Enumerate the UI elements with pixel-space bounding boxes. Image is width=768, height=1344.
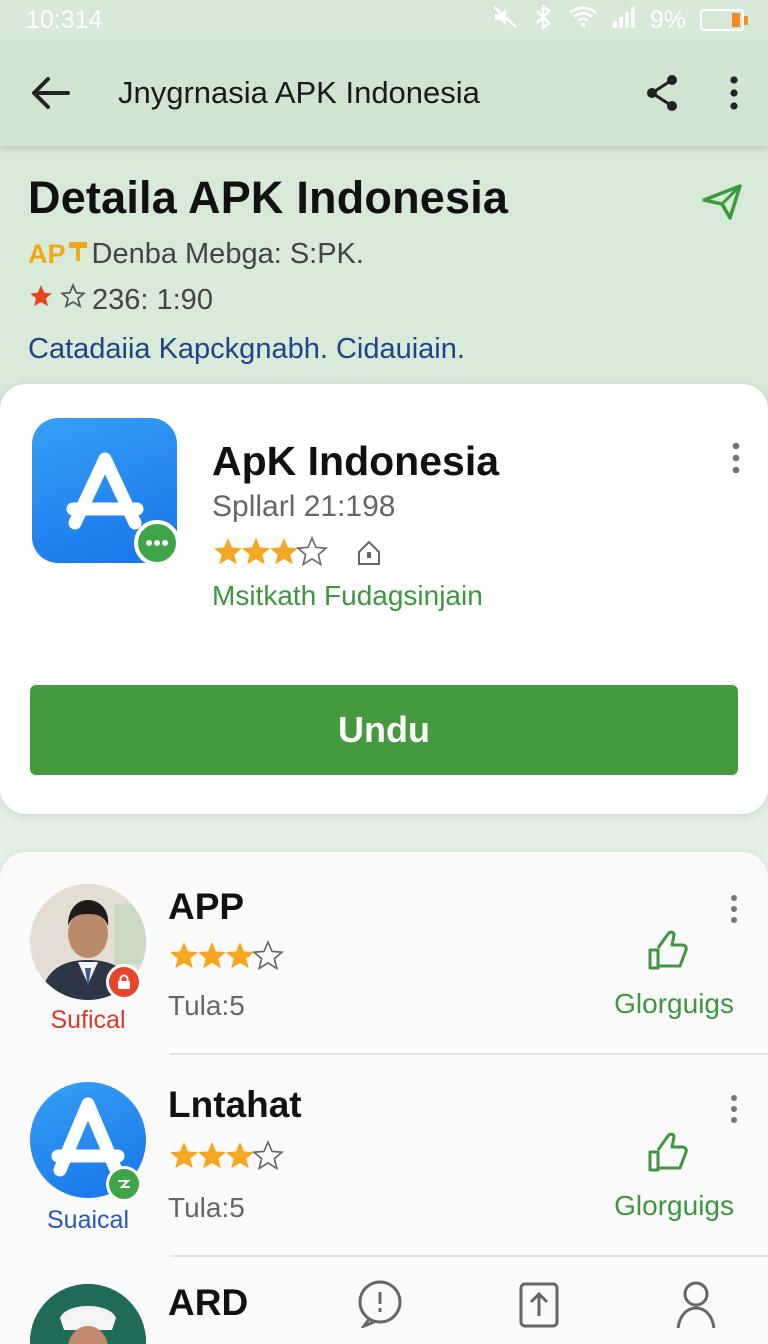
share-icon[interactable] (638, 69, 686, 117)
list-item-more-icon[interactable] (730, 894, 738, 929)
wifi-icon (568, 5, 598, 36)
battery-icon (700, 9, 748, 31)
list-item[interactable]: Sufical APP Tula:5 Glorguigs (0, 852, 768, 1054)
header-rating-row: 236: 1:90 (28, 282, 748, 317)
profile-icon[interactable] (674, 1280, 718, 1333)
list-item-count: Tula:5 (168, 1192, 245, 1223)
list-item-more-icon[interactable] (730, 1094, 738, 1129)
app-name: ApK Indonesia (212, 438, 500, 484)
status-time: 10:314 (26, 5, 103, 34)
app-bar: Jnygrnasia APK Indonesia (0, 40, 768, 146)
related-apps-list: Sufical APP Tula:5 Glorguigs Suaical Lnt… (0, 852, 768, 1344)
bottom-nav (0, 1280, 768, 1344)
list-item-stars (168, 1140, 308, 1172)
avatar-label: Sufical (50, 1006, 126, 1034)
app-version: Spllarl 21:198 (212, 490, 396, 523)
download-hand-icon[interactable] (646, 926, 692, 977)
list-item-count: Tula:5 (168, 990, 245, 1021)
app-rating-stars (212, 536, 388, 568)
list-item-name: APP (168, 886, 245, 927)
list-item-stars (168, 940, 308, 972)
detail-header: Detaila APK Indonesia AP Denba Mebga: S:… (28, 172, 748, 366)
app-bar-title: Jnygrnasia APK Indonesia (118, 75, 480, 110)
header-subtitle-row: AP Denba Mebga: S:PK. (28, 238, 748, 271)
avatar-label: Suaical (47, 1206, 129, 1234)
star-filled-icon (28, 283, 54, 317)
star-outline-icon (60, 282, 86, 317)
edit-badge-icon (106, 1166, 142, 1202)
more-vert-icon[interactable] (726, 69, 742, 117)
header-rating-text: 236: 1:90 (92, 283, 213, 316)
page-title: Detaila APK Indonesia (28, 172, 509, 223)
back-arrow-icon[interactable] (26, 69, 74, 117)
feedback-icon[interactable] (356, 1280, 404, 1333)
apk-tag: AP (28, 239, 66, 269)
app-card-more-icon[interactable] (732, 442, 740, 479)
download-button[interactable]: Undu (30, 685, 738, 775)
hammer-icon (68, 238, 88, 271)
download-hand-icon[interactable] (646, 1128, 692, 1179)
list-item-action[interactable]: Glorguigs (614, 1190, 734, 1222)
signal-icon (612, 5, 636, 36)
mute-icon (492, 5, 518, 36)
lock-badge-icon (106, 964, 142, 1000)
header-subtitle: Denba Mebga: S:PK. (91, 238, 364, 270)
status-icons: 9% (492, 2, 748, 36)
send-icon[interactable] (702, 184, 742, 225)
list-item-action[interactable]: Glorguigs (614, 988, 734, 1020)
battery-percent: 9% (649, 5, 686, 34)
bluetooth-icon (532, 2, 554, 36)
list-item[interactable]: Suaical Lntahat Tula:5 Glorguigs (0, 1054, 768, 1256)
app-developer[interactable]: Msitkath Fudagsinjain (212, 580, 483, 612)
header-category[interactable]: Catadaiia Kapckgnabh. Cidauiain. (28, 333, 748, 366)
chat-badge-icon (134, 520, 180, 566)
list-item-name: Lntahat (168, 1084, 302, 1125)
upload-icon[interactable] (518, 1280, 560, 1333)
status-bar: 10:314 9% (0, 0, 768, 40)
app-card: ApK Indonesia Spllarl 21:198 Msitkath Fu… (0, 384, 768, 814)
